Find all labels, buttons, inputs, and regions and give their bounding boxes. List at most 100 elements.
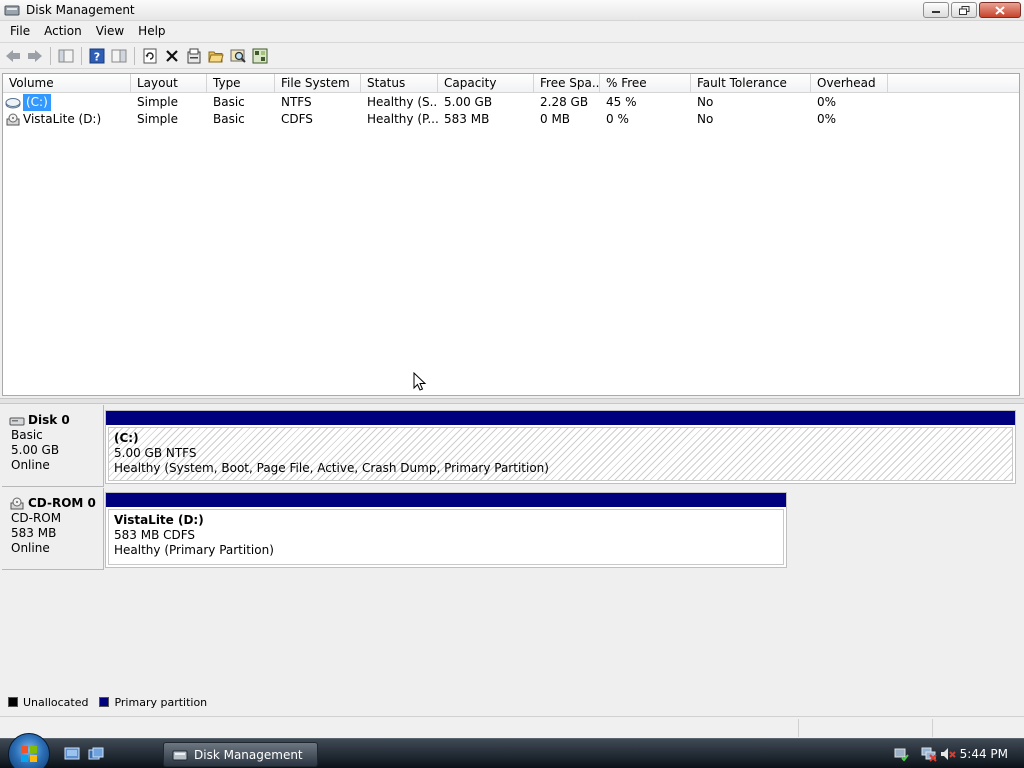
partition-detail: 583 MB CDFS	[114, 528, 196, 542]
forward-icon	[28, 49, 42, 62]
close-button[interactable]	[979, 2, 1021, 18]
refresh-icon	[143, 48, 157, 63]
legend: Unallocated Primary partition	[2, 692, 1020, 712]
restore-button[interactable]	[951, 2, 977, 18]
cell-type: Basic	[213, 112, 245, 126]
cell-layout: Simple	[137, 112, 178, 126]
menu-view[interactable]: View	[89, 21, 131, 41]
column-percent-free[interactable]: % Free	[600, 74, 691, 93]
column-overhead[interactable]: Overhead	[811, 74, 888, 93]
console-tree-button[interactable]	[55, 45, 77, 67]
console-tree-icon	[58, 49, 74, 62]
toolbar: ?	[0, 42, 1024, 69]
volume-list[interactable]: Volume Layout Type File System Status Ca…	[2, 73, 1020, 396]
partition-status: Healthy (Primary Partition)	[114, 543, 274, 557]
minimize-icon	[932, 11, 940, 13]
column-free-space[interactable]: Free Spa...	[534, 74, 600, 93]
forward-button[interactable]	[24, 45, 46, 67]
disk-type: Basic	[11, 428, 43, 442]
explore-icon	[230, 49, 246, 63]
cell-percent-free: 0 %	[606, 112, 629, 126]
refresh-button[interactable]	[139, 45, 161, 67]
taskbar-item-disk-management[interactable]: Disk Management	[163, 742, 318, 767]
partition-status: Healthy (System, Boot, Page File, Active…	[114, 461, 549, 475]
show-hide-button[interactable]	[108, 45, 130, 67]
show-hide-icon	[111, 49, 127, 62]
cell-free-space: 0 MB	[540, 112, 571, 126]
status-bar	[0, 716, 1024, 738]
explore-button[interactable]	[227, 45, 249, 67]
disk-type: CD-ROM	[11, 511, 62, 525]
cd-drive-icon	[10, 497, 24, 509]
disk-0-label[interactable]: Disk 0 Basic 5.00 GB Online	[2, 405, 104, 487]
cdrom-0-label[interactable]: CD-ROM 0 CD-ROM 583 MB Online	[2, 488, 104, 570]
column-capacity[interactable]: Capacity	[438, 74, 534, 93]
legend-label-unallocated: Unallocated	[23, 695, 89, 709]
disk-size: 583 MB	[11, 526, 57, 540]
cell-layout: Simple	[137, 95, 178, 109]
cell-free-space: 2.28 GB	[540, 95, 589, 109]
restore-icon	[958, 5, 969, 15]
properties-button[interactable]	[183, 45, 205, 67]
cell-file-system: NTFS	[281, 95, 312, 109]
menu-file[interactable]: File	[3, 21, 37, 41]
cell-status: Healthy (P...	[367, 112, 438, 126]
partition-c[interactable]: (C:) 5.00 GB NTFS Healthy (System, Boot,…	[105, 410, 1016, 484]
cell-capacity: 5.00 GB	[444, 95, 493, 109]
cell-file-system: CDFS	[281, 112, 313, 126]
volume-muted-icon[interactable]	[940, 746, 956, 762]
window-title: Disk Management	[26, 3, 135, 17]
disk-management-icon	[172, 750, 188, 760]
start-button[interactable]	[8, 733, 50, 768]
back-button[interactable]	[2, 45, 24, 67]
rescan-button[interactable]	[249, 45, 271, 67]
cell-fault-tolerance: No	[697, 112, 714, 126]
clock[interactable]: 5:44 PM	[960, 747, 1008, 761]
show-desktop-icon[interactable]	[64, 747, 80, 761]
network-disconnected-icon[interactable]	[921, 746, 937, 762]
partition-d[interactable]: VistaLite (D:) 583 MB CDFS Healthy (Prim…	[105, 492, 787, 568]
disk-state: Online	[11, 458, 50, 472]
back-icon	[6, 49, 20, 62]
table-row[interactable]: VistaLite (D:) Simple Basic CDFS Healthy…	[3, 111, 1019, 128]
menu-action[interactable]: Action	[37, 21, 89, 41]
cell-fault-tolerance: No	[697, 95, 714, 109]
minimize-button[interactable]	[923, 2, 949, 18]
toolbar-separator	[81, 46, 82, 65]
menu-help[interactable]: Help	[131, 21, 172, 41]
column-type[interactable]: Type	[207, 74, 275, 93]
svg-text:?: ?	[94, 50, 100, 63]
pane-splitter[interactable]	[0, 398, 1024, 404]
disk-name: CD-ROM 0	[28, 496, 96, 510]
disk-size: 5.00 GB	[11, 443, 60, 457]
column-fault-tolerance[interactable]: Fault Tolerance	[691, 74, 811, 93]
windows-logo-icon	[21, 746, 37, 762]
table-row[interactable]: (C:) Simple Basic NTFS Healthy (S... 5.0…	[3, 94, 1019, 111]
volume-name: VistaLite (D:)	[23, 112, 102, 126]
column-volume[interactable]: Volume	[3, 74, 131, 93]
delete-button[interactable]	[161, 45, 183, 67]
switch-windows-icon[interactable]	[88, 747, 104, 761]
rescan-icon	[252, 48, 268, 63]
hard-disk-icon	[9, 417, 25, 425]
disk-graphical-view: Disk 0 Basic 5.00 GB Online (C:) 5.00 GB…	[2, 405, 1020, 712]
legend-label-primary: Primary partition	[114, 695, 208, 709]
safely-remove-hardware-icon[interactable]	[893, 746, 909, 762]
status-bar-divider	[932, 719, 933, 737]
cell-type: Basic	[213, 95, 245, 109]
cd-drive-icon	[6, 113, 20, 125]
taskbar-item-label: Disk Management	[194, 747, 303, 762]
open-button[interactable]	[205, 45, 227, 67]
column-status[interactable]: Status	[361, 74, 438, 93]
partition-header-bar	[106, 493, 786, 507]
legend-swatch-unallocated	[8, 697, 18, 707]
help-button[interactable]: ?	[86, 45, 108, 67]
help-icon: ?	[89, 48, 105, 63]
cell-capacity: 583 MB	[444, 112, 490, 126]
disk-management-icon	[4, 5, 20, 16]
cell-overhead: 0%	[817, 112, 837, 126]
column-file-system[interactable]: File System	[275, 74, 361, 93]
partition-detail: 5.00 GB NTFS	[114, 446, 197, 460]
disk-name: Disk 0	[28, 413, 70, 427]
column-layout[interactable]: Layout	[131, 74, 207, 93]
